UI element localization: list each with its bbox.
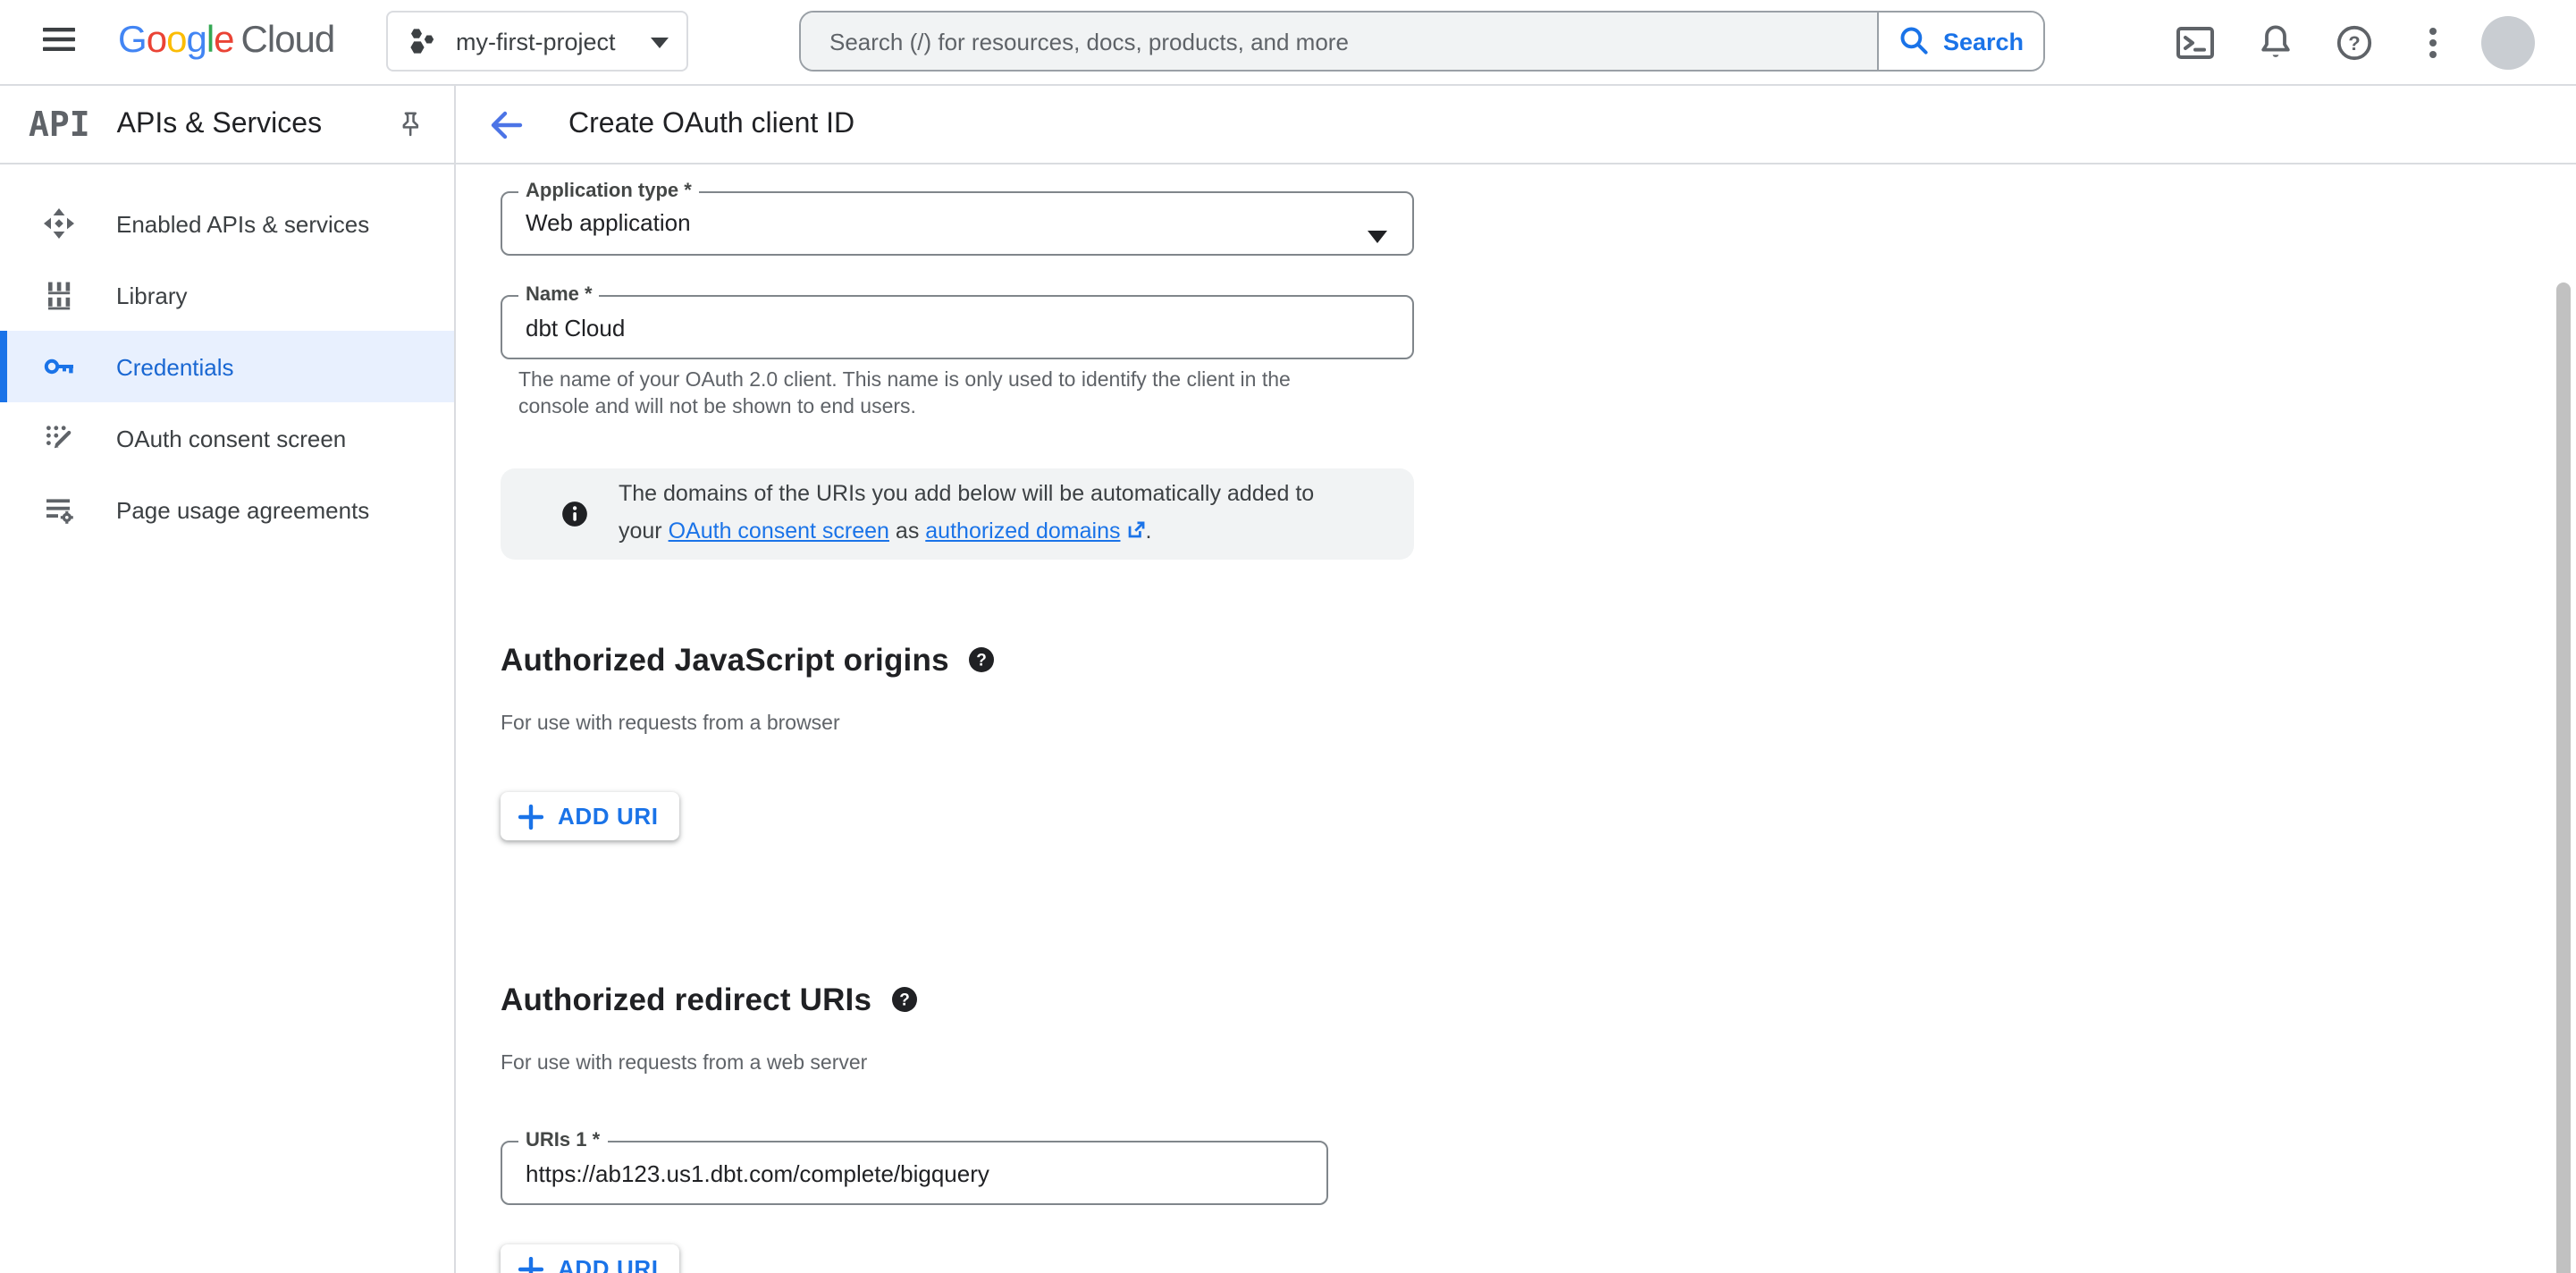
domains-notice: The domains of the URIs you add below wi…: [501, 468, 1414, 560]
logo-letter: G: [118, 20, 147, 61]
sidebar: API APIs & Services Enabled APIs & servi…: [0, 86, 456, 1273]
page-header: Create OAuth client ID: [456, 86, 2576, 164]
search-icon: [1900, 27, 1928, 55]
hamburger-menu-icon[interactable]: [39, 20, 79, 59]
sidebar-item-credentials[interactable]: Credentials: [0, 331, 454, 402]
help-icon: ?: [2336, 25, 2372, 61]
bell-icon: [2261, 25, 2290, 57]
js-origins-subtitle: For use with requests from a browser: [501, 713, 840, 735]
name-field: Name *: [501, 284, 1414, 359]
sidebar-item-label: Library: [116, 282, 188, 308]
search-input[interactable]: [801, 28, 1877, 55]
svg-text:?: ?: [976, 652, 987, 670]
authorized-domains-link[interactable]: authorized domains: [925, 518, 1120, 544]
terminal-icon: [2176, 27, 2214, 59]
sidebar-item-label: OAuth consent screen: [116, 425, 347, 451]
search-button-label: Search: [1942, 28, 2025, 55]
sidebar-item-oauth-consent[interactable]: OAuth consent screen: [0, 402, 454, 474]
notifications-button[interactable]: [2254, 21, 2297, 64]
google-cloud-logo[interactable]: Google Cloud: [118, 20, 336, 63]
redirect-uris-subtitle: For use with requests from a web server: [501, 1053, 868, 1075]
name-label: Name *: [518, 284, 600, 308]
redirect-uris-heading: Authorized redirect URIs ?: [501, 980, 917, 1019]
form-content: Application type * Web application Name …: [456, 164, 2576, 1273]
back-arrow-icon: [491, 110, 523, 139]
sidebar-item-enabled-apis[interactable]: Enabled APIs & services: [0, 188, 454, 259]
sidebar-title: APIs & Services: [116, 108, 323, 139]
project-selector[interactable]: my-first-project: [386, 11, 688, 72]
add-uri-button-redirect[interactable]: ADD URI: [501, 1244, 680, 1273]
dropdown-caret-icon: [1368, 220, 1387, 252]
name-input[interactable]: [526, 297, 1400, 358]
search-bar: Search: [799, 11, 2045, 72]
svg-text:?: ?: [2348, 32, 2360, 55]
plus-icon: [518, 1256, 543, 1273]
sidebar-item-library[interactable]: Library: [0, 259, 454, 331]
top-bar: GoogleCloud my-first-project Search ?: [0, 0, 2576, 86]
redirect-uris-help-icon[interactable]: ?: [891, 987, 917, 1012]
sidebar-item-label: Page usage agreements: [116, 496, 370, 523]
key-icon: [43, 350, 75, 383]
js-origins-heading: Authorized JavaScript origins ?: [501, 640, 994, 679]
sidebar-header: API APIs & Services: [0, 86, 454, 164]
oauth-consent-screen-link[interactable]: OAuth consent screen: [669, 518, 889, 544]
logo-letter: o: [146, 20, 167, 61]
sidebar-nav: Enabled APIs & services Library Credenti…: [0, 188, 454, 545]
agreements-icon: [43, 493, 75, 526]
name-helper-text: The name of your OAuth 2.0 client. This …: [518, 370, 1291, 418]
search-input-area: [801, 13, 1877, 70]
logo-letter: o: [166, 20, 187, 61]
uri-field: URIs 1 *: [501, 1130, 1328, 1205]
js-origins-title: Authorized JavaScript origins: [501, 642, 949, 678]
sidebar-item-label: Credentials: [116, 353, 234, 380]
logo-letter: g: [186, 20, 206, 61]
chevron-down-icon: [651, 25, 669, 57]
more-options-button[interactable]: [2415, 21, 2451, 64]
project-hexagons-icon: [410, 29, 434, 54]
sidebar-item-label: Enabled APIs & services: [116, 210, 370, 237]
kebab-menu-icon: [2429, 28, 2437, 58]
application-type-label: Application type *: [518, 181, 699, 204]
main-area: Create OAuth client ID Application type …: [456, 86, 2576, 1273]
external-link-icon: [1126, 515, 1146, 552]
page-title: Create OAuth client ID: [568, 108, 855, 139]
svg-text:?: ?: [898, 991, 909, 1010]
cloud-shell-button[interactable]: [2174, 21, 2217, 64]
project-name: my-first-project: [456, 28, 616, 55]
application-type-select[interactable]: Application type * Web application: [501, 181, 1414, 256]
api-product-icon: API: [29, 105, 90, 144]
add-uri-button-origins[interactable]: ADD URI: [501, 792, 680, 840]
redirect-uris-title: Authorized redirect URIs: [501, 982, 872, 1017]
add-uri-label: ADD URI: [558, 803, 659, 830]
enabled-apis-icon: [43, 207, 75, 240]
logo-letter: l: [206, 20, 215, 61]
logo-cloud-text: Cloud: [240, 20, 336, 61]
js-origins-help-icon[interactable]: ?: [968, 647, 994, 672]
pin-icon[interactable]: [395, 109, 425, 139]
uri-label: URIs 1 *: [518, 1130, 608, 1153]
back-button[interactable]: [486, 105, 526, 144]
help-button[interactable]: ?: [2333, 21, 2376, 64]
logo-letter: e: [214, 20, 234, 61]
info-icon: [562, 502, 587, 527]
avatar[interactable]: [2481, 16, 2535, 70]
notice-text: The domains of the URIs you add below wi…: [619, 476, 1314, 552]
add-uri-label: ADD URI: [558, 1255, 659, 1273]
search-button[interactable]: Search: [1877, 13, 2043, 70]
google-cloud-console-page: GoogleCloud my-first-project Search ?: [0, 0, 2576, 1273]
plus-icon: [518, 804, 543, 829]
uri-input[interactable]: [526, 1142, 1314, 1203]
library-icon: [43, 279, 75, 311]
consent-screen-icon: [43, 422, 75, 454]
sidebar-item-page-usage[interactable]: Page usage agreements: [0, 474, 454, 545]
vertical-scrollbar-thumb[interactable]: [2556, 282, 2571, 1273]
